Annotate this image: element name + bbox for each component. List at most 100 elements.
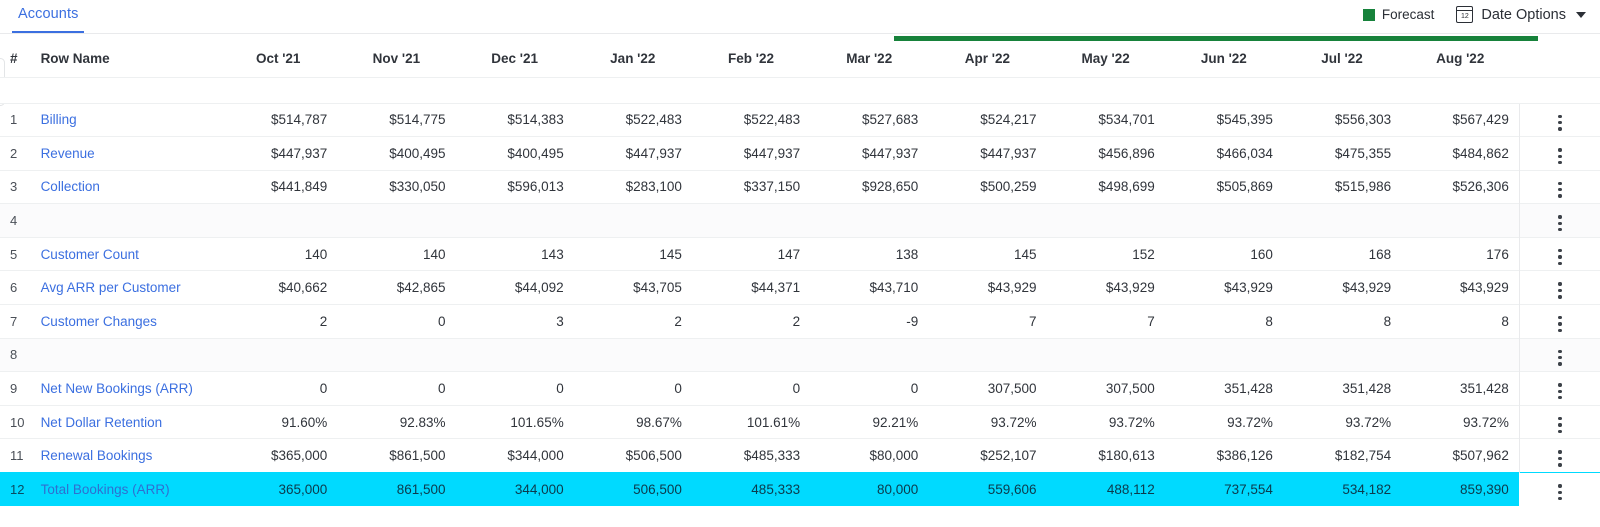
value-cell[interactable]: $43,929 [928, 270, 1047, 305]
value-cell[interactable]: $447,937 [928, 136, 1047, 171]
table-row[interactable]: 7 Customer Changes 2 0 3 2 2 -9 7 7 8 8 8 [0, 304, 1600, 339]
table-row[interactable]: 12 Total Bookings (ARR) 365,000 861,500 344,… [0, 472, 1600, 507]
value-cell[interactable]: 3 [455, 304, 574, 339]
value-cell[interactable]: -9 [810, 304, 929, 339]
kebab-menu-icon[interactable] [1552, 212, 1567, 234]
value-cell[interactable]: $180,613 [1046, 438, 1165, 473]
tab-accounts[interactable]: Accounts [12, 4, 85, 34]
value-cell[interactable] [573, 203, 692, 238]
value-cell[interactable]: $928,650 [810, 169, 929, 204]
value-cell[interactable]: 737,554 [1164, 472, 1283, 507]
value-cell[interactable]: 2 [219, 304, 338, 339]
value-cell[interactable] [1401, 203, 1520, 238]
value-cell[interactable]: 145 [928, 236, 1047, 271]
value-cell[interactable]: $447,937 [810, 136, 929, 171]
value-cell[interactable] [691, 203, 811, 238]
column-header-mar-22[interactable]: Mar '22 [810, 41, 928, 77]
value-cell[interactable]: $514,383 [455, 102, 574, 137]
value-cell[interactable]: 93.72% [1282, 404, 1402, 439]
column-header-feb-22[interactable]: Feb '22 [692, 41, 810, 77]
column-header-jun-22[interactable]: Jun '22 [1165, 41, 1283, 77]
value-cell[interactable]: 101.65% [455, 404, 574, 439]
value-cell[interactable]: $447,937 [219, 136, 338, 171]
value-cell[interactable] [573, 337, 692, 372]
value-cell[interactable]: 344,000 [455, 472, 574, 507]
kebab-menu-icon[interactable] [1552, 279, 1567, 301]
value-cell[interactable]: $40,662 [219, 270, 338, 305]
column-header-nov-21[interactable]: Nov '21 [337, 41, 455, 77]
kebab-menu-icon[interactable] [1552, 347, 1567, 369]
value-cell[interactable] [1164, 203, 1283, 238]
value-cell[interactable]: 859,390 [1401, 472, 1520, 507]
value-cell[interactable]: $43,710 [810, 270, 929, 305]
value-cell[interactable] [1046, 337, 1165, 372]
value-cell[interactable]: $500,259 [928, 169, 1047, 204]
table-row[interactable]: 2 Revenue $447,937 $400,495 $400,495 $447,937… [0, 136, 1600, 171]
row-name-link[interactable]: Customer Changes [41, 314, 157, 329]
kebab-menu-icon[interactable] [1552, 447, 1567, 469]
column-header-oct-21[interactable]: Oct '21 [219, 41, 337, 77]
value-cell[interactable]: 93.72% [1046, 404, 1165, 439]
column-header-dec-21[interactable]: Dec '21 [456, 41, 574, 77]
value-cell[interactable]: 7 [928, 304, 1047, 339]
value-cell[interactable]: $447,937 [573, 136, 692, 171]
value-cell[interactable]: $522,483 [573, 102, 692, 137]
date-options-button[interactable]: 12 Date Options [1456, 6, 1586, 23]
value-cell[interactable]: 147 [691, 236, 811, 271]
value-cell[interactable] [1046, 203, 1165, 238]
value-cell[interactable]: 307,500 [1046, 371, 1165, 406]
value-cell[interactable]: $42,865 [337, 270, 456, 305]
value-cell[interactable]: $43,929 [1282, 270, 1402, 305]
column-header-jan-22[interactable]: Jan '22 [574, 41, 692, 77]
value-cell[interactable]: 92.21% [810, 404, 929, 439]
column-header-may-22[interactable]: May '22 [1047, 41, 1165, 77]
value-cell[interactable]: 168 [1282, 236, 1402, 271]
value-cell[interactable]: 145 [573, 236, 692, 271]
column-header-row-name[interactable]: Row Name [31, 41, 220, 77]
value-cell[interactable]: 485,333 [691, 472, 811, 507]
value-cell[interactable]: $400,495 [337, 136, 456, 171]
value-cell[interactable]: 92.83% [337, 404, 456, 439]
value-cell[interactable]: 2 [573, 304, 692, 339]
value-cell[interactable] [219, 337, 338, 372]
value-cell[interactable]: $441,849 [219, 169, 338, 204]
value-cell[interactable]: $466,034 [1164, 136, 1283, 171]
value-cell[interactable]: 80,000 [810, 472, 929, 507]
table-row[interactable]: 6 Avg ARR per Customer $40,662 $42,865 $44,0… [0, 270, 1600, 305]
value-cell[interactable] [219, 203, 338, 238]
kebab-menu-icon[interactable] [1552, 145, 1567, 167]
value-cell[interactable]: 91.60% [219, 404, 338, 439]
row-name-link[interactable]: Total Bookings (ARR) [41, 482, 170, 497]
table-row[interactable]: 10 Net Dollar Retention 91.60% 92.83% 101.65… [0, 404, 1600, 439]
value-cell[interactable]: $507,962 [1401, 438, 1520, 473]
value-cell[interactable]: $524,217 [928, 102, 1047, 137]
kebab-menu-icon[interactable] [1552, 380, 1567, 402]
row-name-link[interactable]: Net Dollar Retention [41, 415, 163, 430]
row-name-link[interactable]: Customer Count [41, 247, 139, 262]
table-row[interactable]: 9 Net New Bookings (ARR) 0 0 0 0 0 0 307,500 307,… [0, 371, 1600, 406]
value-cell[interactable]: $386,126 [1164, 438, 1283, 473]
row-name-link[interactable]: Avg ARR per Customer [41, 280, 181, 295]
value-cell[interactable]: 351,428 [1282, 371, 1402, 406]
kebab-menu-icon[interactable] [1552, 112, 1567, 134]
value-cell[interactable]: 351,428 [1401, 371, 1520, 406]
value-cell[interactable]: 138 [810, 236, 929, 271]
value-cell[interactable] [455, 337, 574, 372]
value-cell[interactable]: 488,112 [1046, 472, 1165, 507]
value-cell[interactable]: 98.67% [573, 404, 692, 439]
value-cell[interactable] [1282, 337, 1402, 372]
value-cell[interactable]: $44,371 [691, 270, 811, 305]
value-cell[interactable]: $456,896 [1046, 136, 1165, 171]
value-cell[interactable]: 101.61% [691, 404, 811, 439]
table-row[interactable]: 1 Billing $514,787 $514,775 $514,383 $522,483… [0, 102, 1600, 137]
kebab-menu-icon[interactable] [1552, 481, 1567, 503]
value-cell[interactable]: 861,500 [337, 472, 456, 507]
table-row[interactable]: 5 Customer Count 140 140 143 145 147 138 145 152 1… [0, 236, 1600, 271]
value-cell[interactable]: 8 [1164, 304, 1283, 339]
value-cell[interactable]: 160 [1164, 236, 1283, 271]
value-cell[interactable]: 0 [455, 371, 574, 406]
value-cell[interactable]: $400,495 [455, 136, 574, 171]
value-cell[interactable] [1164, 337, 1283, 372]
value-cell[interactable] [691, 337, 811, 372]
value-cell[interactable]: 559,606 [928, 472, 1047, 507]
